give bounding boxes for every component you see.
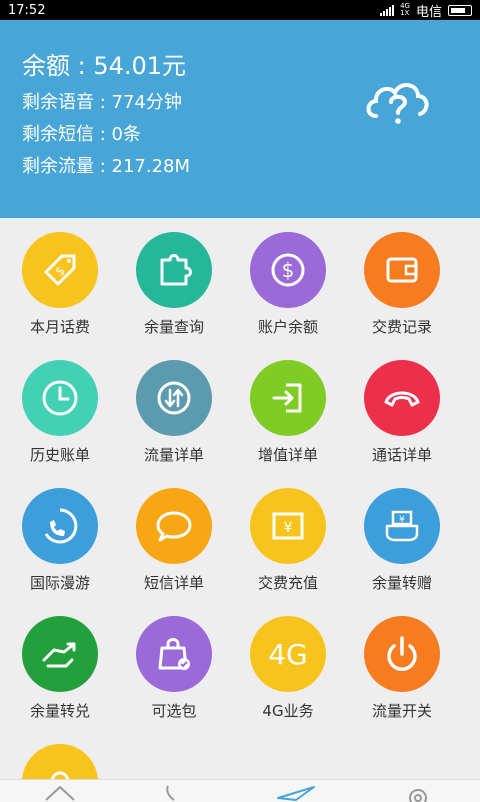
grid-label: 交费充值 <box>257 574 318 592</box>
grid-item-call-detail[interactable]: 通话详单 <box>342 350 462 478</box>
grid-item-optional-package[interactable]: 可选包 <box>114 606 234 734</box>
grid-label: 流量详单 <box>143 446 204 464</box>
svg-text:$: $ <box>282 258 295 282</box>
exchange-hand-icon <box>22 616 98 692</box>
grid-item-history-bill[interactable]: 历史账单 <box>0 350 120 478</box>
grid-item-monthly-fee[interactable]: $ 本月话费 <box>0 222 120 350</box>
grid-label: 国际漫游 <box>29 574 90 592</box>
grid-item-balance-exchange[interactable]: 余量转兑 <box>0 606 120 734</box>
hand-money-icon: ¥ <box>364 488 440 564</box>
status-bar: 17:52 4G 1X 电信 <box>0 0 480 20</box>
price-tag-icon: $ <box>22 232 98 308</box>
grid-label: 余量查询 <box>143 318 204 336</box>
partial-icon <box>22 744 98 779</box>
status-time: 17:52 <box>8 2 46 18</box>
remaining-sms: 剩余短信 : 0条 <box>22 124 141 145</box>
grid-item-value-added-detail[interactable]: 增值详单 <box>228 350 348 478</box>
globe-phone-icon <box>22 488 98 564</box>
4g-icon: 4G <box>250 616 326 692</box>
dollar-coin-icon: $ <box>250 232 326 308</box>
battery-icon <box>448 4 472 16</box>
grid-item-partial[interactable] <box>0 734 120 779</box>
home-icon[interactable] <box>44 784 76 802</box>
cloud-question-icon[interactable] <box>362 72 434 128</box>
grid-label: 余量转兑 <box>29 702 90 720</box>
grid-item-balance-query[interactable]: 余量查询 <box>114 222 234 350</box>
carrier-name: 电信 <box>415 4 442 20</box>
grid-label: 通话详单 <box>371 446 432 464</box>
svg-text:¥: ¥ <box>284 520 293 536</box>
network-type: 4G 1X <box>400 3 410 17</box>
grid-label: 增值详单 <box>257 446 318 464</box>
grid-item-4g-service[interactable]: 4G 4G业务 <box>228 606 348 734</box>
grid-item-recharge[interactable]: ¥ 交费充值 <box>228 478 348 606</box>
grid-item-sms-detail[interactable]: 短信详单 <box>114 478 234 606</box>
shopping-bag-icon <box>136 616 212 692</box>
svg-text:¥: ¥ <box>399 515 405 525</box>
grid-label: 流量开关 <box>371 702 432 720</box>
grid-label: 账户余额 <box>257 318 318 336</box>
grid-label: 本月话费 <box>29 318 90 336</box>
grid-label: 交费记录 <box>371 318 432 336</box>
settings-icon[interactable] <box>404 784 432 802</box>
up-down-arrows-icon <box>136 360 212 436</box>
network-type-1x: 1X <box>400 9 410 17</box>
bottom-nav <box>0 779 480 802</box>
account-summary: 余额 : 54.01元 剩余语音 : 774分钟 剩余短信 : 0条 剩余流量 … <box>0 20 480 218</box>
grid-label: 余量转赠 <box>371 574 432 592</box>
grid-item-data-detail[interactable]: 流量详单 <box>114 350 234 478</box>
wave-divider <box>0 196 480 206</box>
chat-bubble-icon <box>136 488 212 564</box>
grid-item-data-switch[interactable]: 流量开关 <box>342 606 462 734</box>
signal-icon <box>380 4 395 16</box>
send-icon[interactable] <box>276 784 316 802</box>
remaining-data: 剩余流量 : 217.28M <box>22 156 191 177</box>
phone-icon[interactable] <box>160 784 184 802</box>
grid-label: 短信详单 <box>143 574 204 592</box>
enter-door-icon <box>250 360 326 436</box>
balance-text: 余额 : 54.01元 <box>22 52 187 80</box>
phone-hangup-icon <box>364 360 440 436</box>
grid-item-payment-record[interactable]: 交费记录 <box>342 222 462 350</box>
grid-label: 可选包 <box>151 702 197 720</box>
power-icon <box>364 616 440 692</box>
yuan-card-icon: ¥ <box>250 488 326 564</box>
grid-item-balance-gift[interactable]: ¥ 余量转赠 <box>342 478 462 606</box>
grid-label: 历史账单 <box>29 446 90 464</box>
grid-item-international-roaming[interactable]: 国际漫游 <box>0 478 120 606</box>
wallet-icon <box>364 232 440 308</box>
status-indicators: 4G 1X 电信 <box>380 1 472 20</box>
clock-icon <box>22 360 98 436</box>
remaining-voice: 剩余语音 : 774分钟 <box>22 92 182 113</box>
grid-label: 4G业务 <box>262 702 314 720</box>
4g-icon-text: 4G <box>268 637 308 671</box>
puzzle-icon <box>136 232 212 308</box>
grid-item-account-balance[interactable]: $ 账户余额 <box>228 222 348 350</box>
